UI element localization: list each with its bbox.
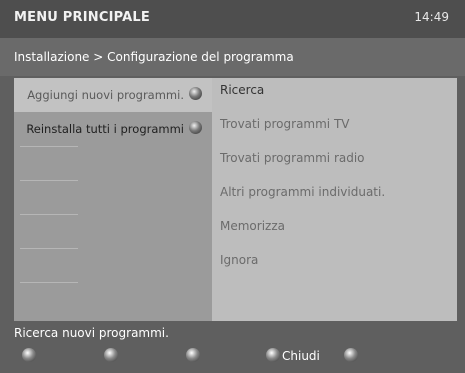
menu-item-reinstall-all[interactable]: Reinstalla tutti i programmi bbox=[14, 112, 212, 146]
option-radio-found: Trovati programmi radio bbox=[220, 151, 365, 165]
option-button-icon[interactable] bbox=[344, 348, 358, 362]
tv-menu-screen: MENU PRINCIPALE 14:49 Installazione > Co… bbox=[0, 0, 465, 373]
option-search[interactable]: Ricerca bbox=[220, 83, 264, 97]
breadcrumb-bar: Installazione > Configurazione del progr… bbox=[0, 38, 465, 76]
option-other-found: Altri programmi individuati. bbox=[220, 185, 386, 199]
divider bbox=[20, 146, 78, 147]
menu-panel: Aggiungi nuovi programmi. Reinstalla tut… bbox=[14, 78, 457, 321]
right-menu: Ricerca Trovati programmi TV Trovati pro… bbox=[212, 78, 457, 321]
divider bbox=[20, 214, 78, 215]
green-button-icon[interactable] bbox=[104, 348, 118, 362]
option-tv-found: Trovati programmi TV bbox=[220, 117, 350, 131]
close-button-label[interactable]: Chiudi bbox=[282, 349, 320, 363]
divider bbox=[20, 248, 78, 249]
breadcrumb: Installazione > Configurazione del progr… bbox=[14, 50, 294, 64]
menu-item-add-new-programs[interactable]: Aggiungi nuovi programmi. bbox=[14, 78, 212, 112]
menu-item-label: Aggiungi nuovi programmi. bbox=[27, 88, 184, 102]
option-ignore[interactable]: Ignora bbox=[220, 253, 258, 267]
yellow-button-icon[interactable] bbox=[186, 348, 200, 362]
red-button-icon[interactable] bbox=[22, 348, 36, 362]
ok-button-icon bbox=[189, 121, 202, 134]
divider bbox=[20, 282, 78, 283]
option-store[interactable]: Memorizza bbox=[220, 219, 285, 233]
menu-title: MENU PRINCIPALE bbox=[14, 10, 150, 25]
ok-button-icon bbox=[189, 87, 202, 100]
divider bbox=[20, 180, 78, 181]
menu-item-label: Reinstalla tutti i programmi bbox=[26, 122, 184, 136]
header-bar: MENU PRINCIPALE 14:49 bbox=[0, 0, 465, 38]
color-button-bar: Chiudi bbox=[0, 346, 465, 368]
left-menu: Aggiungi nuovi programmi. Reinstalla tut… bbox=[14, 78, 212, 321]
blue-button-icon[interactable] bbox=[266, 348, 280, 362]
status-text: Ricerca nuovi programmi. bbox=[14, 326, 169, 340]
clock: 14:49 bbox=[414, 10, 449, 24]
